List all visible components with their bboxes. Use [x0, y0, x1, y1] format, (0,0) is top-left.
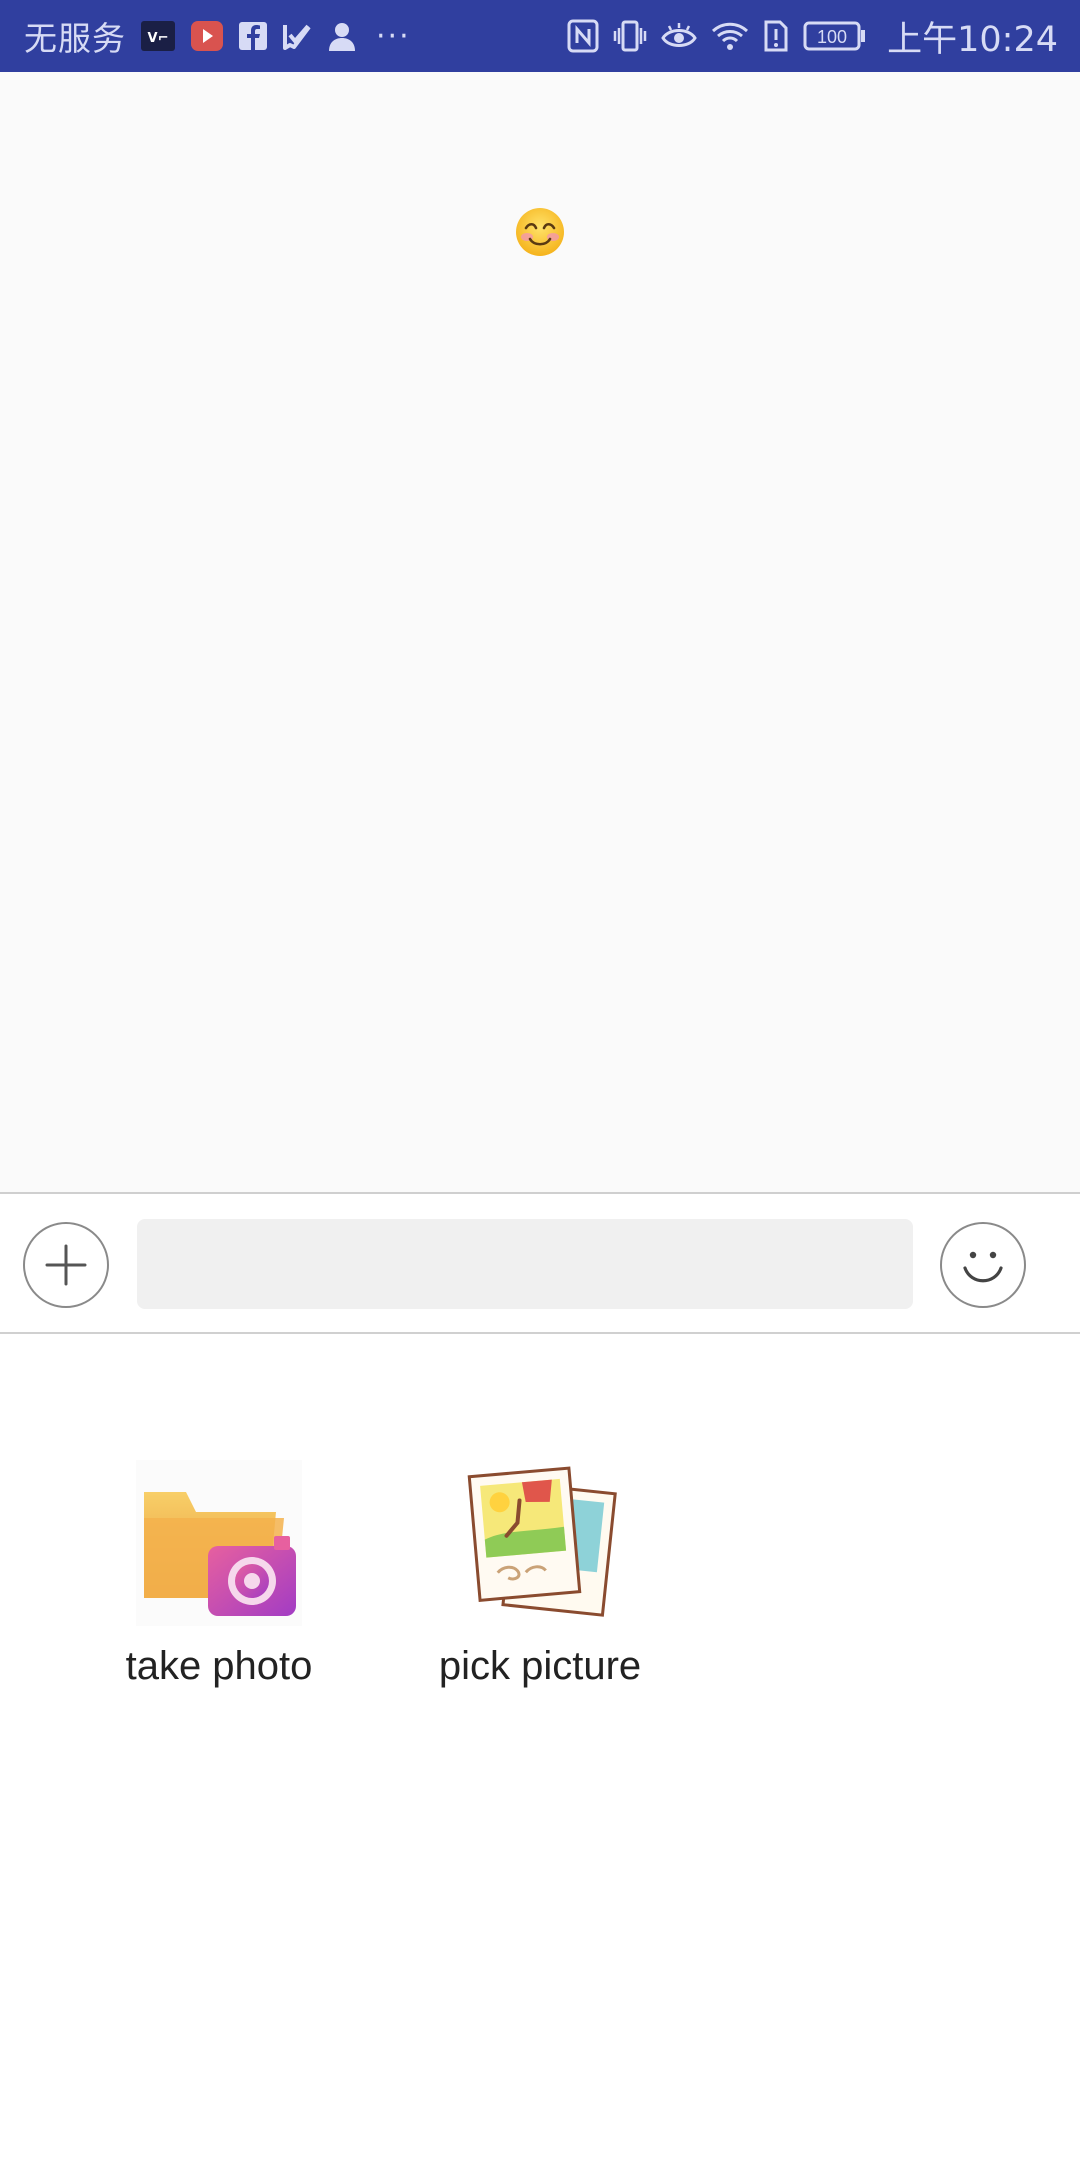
wifi-icon: [711, 16, 749, 56]
folder-camera-icon: [136, 1460, 302, 1626]
emoji-button[interactable]: [940, 1222, 1026, 1308]
carrier-text: 无服务: [24, 19, 126, 58]
eye-comfort-icon: [661, 16, 697, 56]
message-list[interactable]: [0, 72, 1080, 1194]
battery-level: 100: [817, 27, 847, 47]
vpn-icon: V⌐: [140, 16, 176, 56]
add-attachment-button[interactable]: [23, 1222, 109, 1308]
check-app-icon: [282, 16, 312, 56]
svg-text:V⌐: V⌐: [148, 31, 169, 46]
facebook-icon: [238, 16, 268, 56]
plus-icon: [45, 1244, 87, 1286]
clock-time: 上午10:24: [887, 19, 1058, 60]
message-input[interactable]: [137, 1219, 913, 1309]
take-photo-label: take photo: [125, 1644, 313, 1688]
photo-stack-icon: [457, 1460, 623, 1626]
status-bar-left: 无服务 V⌐ ···: [24, 12, 411, 60]
battery-icon: 100: [803, 16, 867, 56]
nfc-icon: [567, 16, 599, 56]
take-photo-option[interactable]: take photo: [99, 1460, 339, 1689]
vibrate-icon: [613, 16, 647, 56]
smiling-face-emoji: [516, 208, 564, 256]
sim-alert-icon: [763, 16, 789, 56]
person-icon: [326, 16, 358, 56]
overflow-dots: ···: [376, 18, 411, 54]
smiley-icon: [963, 1251, 1003, 1283]
pick-picture-option[interactable]: pick picture: [420, 1460, 660, 1689]
attachment-panel: take photo pick picture: [0, 1336, 1080, 2160]
status-bar: 无服务 V⌐ ··· 100 上午10:24: [0, 0, 1080, 72]
pick-picture-label: pick picture: [438, 1644, 642, 1688]
status-bar-right: 100 上午10:24: [567, 11, 1058, 62]
video-app-icon: [190, 16, 224, 56]
input-bar: [0, 1196, 1080, 1334]
